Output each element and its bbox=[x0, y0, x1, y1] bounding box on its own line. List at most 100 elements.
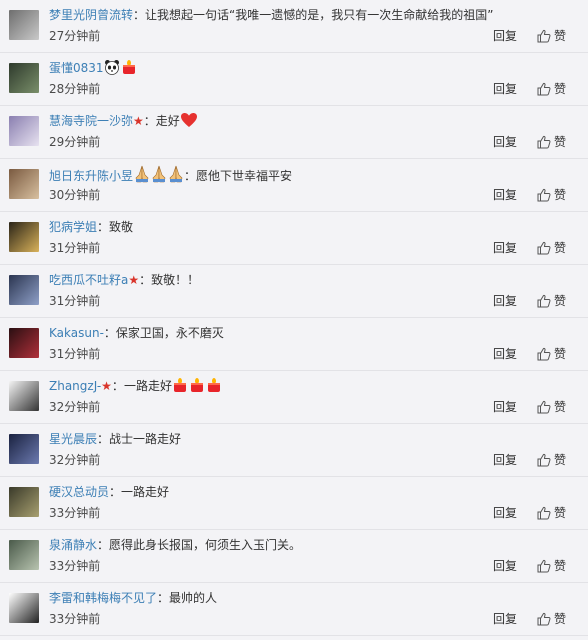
thumbs-up-icon bbox=[537, 612, 551, 626]
avatar[interactable] bbox=[9, 275, 39, 305]
like-button[interactable]: 赞 bbox=[537, 27, 566, 45]
like-button[interactable]: 赞 bbox=[537, 398, 566, 416]
reply-button[interactable]: 回复 bbox=[493, 81, 517, 97]
avatar[interactable] bbox=[9, 10, 39, 40]
avatar[interactable] bbox=[9, 169, 39, 199]
like-button[interactable]: 赞 bbox=[537, 504, 566, 522]
username-link[interactable]: 犯病学姐 bbox=[49, 220, 97, 234]
star-badge-icon: ★ bbox=[128, 273, 140, 287]
avatar[interactable] bbox=[9, 63, 39, 93]
username-link[interactable]: 梦里光阴曾流转 bbox=[49, 8, 133, 22]
username-link[interactable]: 旭日东升陈小昱 bbox=[49, 169, 133, 183]
like-button[interactable]: 赞 bbox=[537, 186, 566, 204]
comment-text: 战士一路走好 bbox=[109, 432, 182, 446]
avatar[interactable] bbox=[9, 381, 39, 411]
like-button[interactable]: 赞 bbox=[537, 610, 566, 628]
colon-separator: ： bbox=[143, 114, 156, 128]
reply-button[interactable]: 回复 bbox=[493, 611, 517, 627]
comment-text: 愿得此身长报国，何须生入玉门关。 bbox=[109, 538, 302, 552]
colon-separator: ： bbox=[157, 591, 170, 605]
like-button[interactable]: 赞 bbox=[537, 451, 566, 469]
comment-time: 29分钟前 bbox=[49, 135, 101, 149]
avatar[interactable] bbox=[9, 222, 39, 252]
candle-icon bbox=[189, 377, 205, 398]
comment-time: 28分钟前 bbox=[49, 82, 101, 96]
comment-item: 旭日东升陈小昱 ：愿他下世幸福平安 30分钟前 回复 赞 bbox=[0, 159, 588, 212]
like-label: 赞 bbox=[554, 241, 567, 255]
thumbs-up-icon bbox=[537, 453, 551, 467]
reply-button[interactable]: 回复 bbox=[493, 452, 517, 468]
like-label: 赞 bbox=[554, 400, 567, 414]
comment-time: 31分钟前 bbox=[49, 241, 101, 255]
comment-text: 致敬 bbox=[109, 220, 134, 234]
comment-time: 33分钟前 bbox=[49, 506, 101, 520]
like-button[interactable]: 赞 bbox=[537, 292, 566, 310]
comment-text: 致敬！！ bbox=[151, 273, 200, 287]
heart-icon bbox=[180, 112, 198, 133]
comment-item: 李雷和韩梅梅不见了：最帅的人 33分钟前 回复 赞 bbox=[0, 583, 588, 636]
thumbs-up-icon bbox=[537, 294, 551, 308]
like-button[interactable]: 赞 bbox=[537, 133, 566, 151]
username-link[interactable]: 慧海寺院一沙弥 bbox=[49, 114, 133, 128]
reply-button[interactable]: 回复 bbox=[493, 187, 517, 203]
thumbs-up-icon bbox=[537, 506, 551, 520]
username-link[interactable]: 李雷和韩梅梅不见了 bbox=[49, 591, 157, 605]
comment-text: 保家卫国，永不磨灭 bbox=[115, 326, 224, 340]
colon-separator: ： bbox=[97, 432, 110, 446]
username-link[interactable]: ZhangzJ- bbox=[49, 379, 101, 393]
avatar[interactable] bbox=[9, 487, 39, 517]
thumbs-up-icon bbox=[537, 347, 551, 361]
comment-item: Kakasun-：保家卫国，永不磨灭 31分钟前 回复 赞 bbox=[0, 318, 588, 371]
username-link[interactable]: 星光晨辰 bbox=[49, 432, 97, 446]
comment-line: 硬汉总动员：一路走好 bbox=[49, 483, 580, 501]
comment-line: 梦里光阴曾流转：让我想起一句话“我唯一遗憾的是，我只有一次生命献给我的祖国” bbox=[49, 6, 580, 24]
comment-line: 泉涌静水：愿得此身长报国，何须生入玉门关。 bbox=[49, 536, 580, 554]
comment-time: 30分钟前 bbox=[49, 188, 101, 202]
reply-button[interactable]: 回复 bbox=[493, 399, 517, 415]
comment-item: 慧海寺院一沙弥★：走好 29分钟前 回复 赞 bbox=[0, 106, 588, 159]
like-button[interactable]: 赞 bbox=[537, 80, 566, 98]
username-link[interactable]: 硬汉总动员 bbox=[49, 485, 109, 499]
avatar[interactable] bbox=[9, 116, 39, 146]
avatar[interactable] bbox=[9, 328, 39, 358]
comment-text: 走好 bbox=[155, 114, 180, 128]
reply-button[interactable]: 回复 bbox=[493, 293, 517, 309]
username-link[interactable]: 蛋懂0831 bbox=[49, 61, 104, 75]
pray-icon bbox=[134, 165, 150, 188]
comment-item: 蛋懂0831 28分钟前 回复 赞 bbox=[0, 53, 588, 106]
like-label: 赞 bbox=[554, 559, 567, 573]
thumbs-up-icon bbox=[537, 400, 551, 414]
like-label: 赞 bbox=[554, 294, 567, 308]
avatar[interactable] bbox=[9, 593, 39, 623]
username-link[interactable]: 泉涌静水 bbox=[49, 538, 97, 552]
like-button[interactable]: 赞 bbox=[537, 239, 566, 257]
colon-separator: ： bbox=[139, 273, 152, 287]
reply-button[interactable]: 回复 bbox=[493, 346, 517, 362]
candle-icon bbox=[121, 59, 137, 80]
panda-icon bbox=[104, 59, 120, 80]
comment-line: 李雷和韩梅梅不见了：最帅的人 bbox=[49, 589, 580, 607]
comment-line: ZhangzJ-★：一路走好 bbox=[49, 377, 580, 398]
comment-text: 一路走好 bbox=[121, 485, 170, 499]
comment-text: 让我想起一句话“我唯一遗憾的是，我只有一次生命献给我的祖国” bbox=[145, 8, 494, 22]
like-button[interactable]: 赞 bbox=[537, 557, 566, 575]
thumbs-up-icon bbox=[537, 241, 551, 255]
reply-button[interactable]: 回复 bbox=[493, 28, 517, 44]
star-badge-icon: ★ bbox=[101, 379, 112, 393]
reply-button[interactable]: 回复 bbox=[493, 134, 517, 150]
username-link[interactable]: 吃西瓜不吐籽a bbox=[49, 273, 128, 287]
username-link[interactable]: Kakasun- bbox=[49, 326, 104, 340]
candle-icon bbox=[172, 377, 188, 398]
reply-button[interactable]: 回复 bbox=[493, 558, 517, 574]
star-badge-icon: ★ bbox=[133, 114, 144, 128]
reply-button[interactable]: 回复 bbox=[493, 240, 517, 256]
comment-time: 32分钟前 bbox=[49, 400, 101, 414]
comment-item: 硬汉总动员：一路走好 33分钟前 回复 赞 bbox=[0, 477, 588, 530]
avatar[interactable] bbox=[9, 434, 39, 464]
avatar[interactable] bbox=[9, 540, 39, 570]
comment-line: 蛋懂0831 bbox=[49, 59, 580, 80]
like-label: 赞 bbox=[554, 29, 567, 43]
comment-line: 犯病学姐：致敬 bbox=[49, 218, 580, 236]
reply-button[interactable]: 回复 bbox=[493, 505, 517, 521]
like-button[interactable]: 赞 bbox=[537, 345, 566, 363]
